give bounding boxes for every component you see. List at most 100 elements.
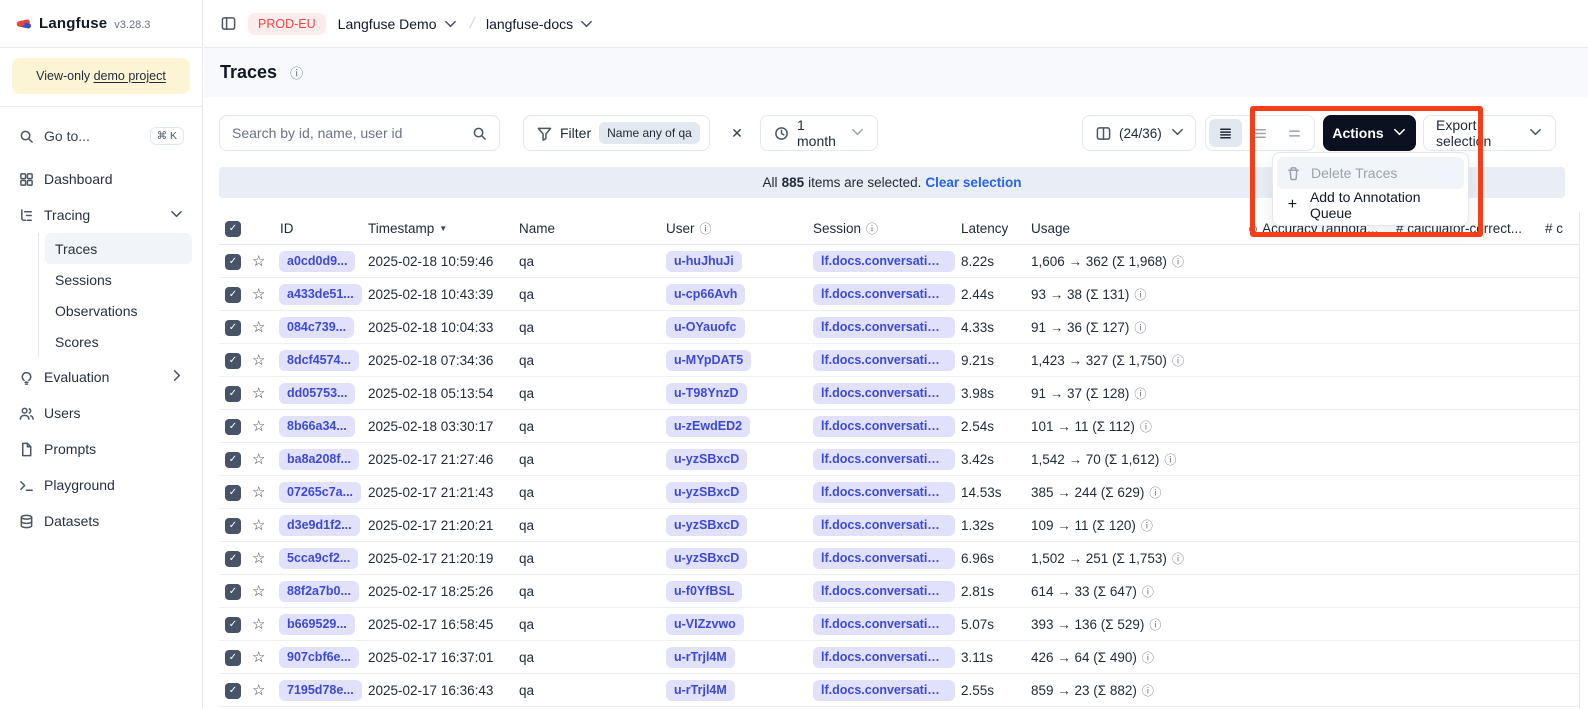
table-row[interactable]: ✓ ☆ ba8a208f... 2025-02-17 21:27:46 qa u… <box>219 443 1579 476</box>
sidebar-item-observations[interactable]: Observations <box>45 295 192 326</box>
project-switcher[interactable]: langfuse-docs <box>486 16 594 32</box>
clear-filter-button[interactable]: ✕ <box>722 115 752 151</box>
panel-toggle-icon[interactable] <box>220 16 236 32</box>
menu-item-delete-traces[interactable]: Delete Traces <box>1277 157 1464 189</box>
info-icon[interactable]: ⓘ <box>1134 385 1146 402</box>
table-row[interactable]: ✓ ☆ 5cca9cf2... 2025-02-17 21:20:19 qa u… <box>219 542 1579 575</box>
trace-id-badge[interactable]: 5cca9cf2... <box>279 548 358 569</box>
info-icon[interactable]: ⓘ <box>1172 352 1184 369</box>
column-header-timestamp[interactable]: Timestamp ▼ <box>368 212 447 245</box>
column-header-name[interactable]: Name <box>519 212 555 245</box>
table-row[interactable]: ✓ ☆ 88f2a7b0... 2025-02-17 18:25:26 qa u… <box>219 575 1579 608</box>
row-height-large-button[interactable] <box>1278 119 1311 147</box>
select-all-checkbox[interactable]: ✓ <box>225 221 241 237</box>
row-checkbox[interactable]: ✓ <box>225 485 241 501</box>
trace-id-badge[interactable]: dd05753... <box>279 383 355 404</box>
info-icon[interactable]: ⓘ <box>1172 253 1184 270</box>
sidebar-item-evaluation[interactable]: Evaluation <box>10 359 192 395</box>
trace-id-badge[interactable]: d3e9d1f2... <box>279 515 360 536</box>
user-badge[interactable]: u-OYauofc <box>666 317 745 338</box>
sidebar-item-prompts[interactable]: Prompts <box>10 431 192 467</box>
demo-project-link[interactable]: demo project <box>94 69 166 83</box>
column-header-session[interactable]: Session ⓘ <box>813 212 878 245</box>
row-height-medium-button[interactable] <box>1244 119 1277 147</box>
row-checkbox[interactable]: ✓ <box>225 650 241 666</box>
row-checkbox[interactable]: ✓ <box>225 419 241 435</box>
info-icon[interactable]: ⓘ <box>290 63 303 82</box>
bookmark-star-icon[interactable]: ☆ <box>252 419 265 434</box>
filter-button[interactable]: Filter Name any of qa <box>523 115 710 151</box>
trace-id-badge[interactable]: 88f2a7b0... <box>279 581 359 602</box>
column-header-usage[interactable]: Usage <box>1031 212 1070 245</box>
sidebar-item-traces[interactable]: Traces <box>45 233 192 264</box>
row-checkbox[interactable]: ✓ <box>225 287 241 303</box>
bookmark-star-icon[interactable]: ☆ <box>252 683 265 698</box>
session-badge[interactable]: lf.docs.conversation... <box>813 350 955 371</box>
table-row[interactable]: ✓ ☆ 907cbf6e... 2025-02-17 16:37:01 qa u… <box>219 641 1579 674</box>
goto-search[interactable]: Go to... ⌘ K <box>10 119 192 153</box>
sidebar-item-tracing[interactable]: Tracing <box>10 197 192 233</box>
user-badge[interactable]: u-rTrjl4M <box>666 680 735 701</box>
bookmark-star-icon[interactable]: ☆ <box>252 452 265 467</box>
row-checkbox[interactable]: ✓ <box>225 254 241 270</box>
actions-button[interactable]: Actions <box>1323 115 1416 151</box>
bookmark-star-icon[interactable]: ☆ <box>252 518 265 533</box>
session-badge[interactable]: lf.docs.conversation... <box>813 317 955 338</box>
trace-id-badge[interactable]: 07265c7a... <box>279 482 361 503</box>
trace-id-badge[interactable]: 907cbf6e... <box>279 647 359 668</box>
column-header-latency[interactable]: Latency <box>961 212 1008 245</box>
session-badge[interactable]: lf.docs.conversation... <box>813 416 955 437</box>
session-badge[interactable]: lf.docs.conversation... <box>813 647 955 668</box>
user-badge[interactable]: u-zEwdED2 <box>666 416 750 437</box>
user-badge[interactable]: u-f0YfBSL <box>666 581 742 602</box>
row-checkbox[interactable]: ✓ <box>225 518 241 534</box>
user-badge[interactable]: u-VIZzvwo <box>666 614 744 635</box>
session-badge[interactable]: lf.docs.conversation... <box>813 482 955 503</box>
row-checkbox[interactable]: ✓ <box>225 452 241 468</box>
sidebar-item-dashboard[interactable]: Dashboard <box>10 161 192 197</box>
sidebar-item-datasets[interactable]: Datasets <box>10 503 192 539</box>
menu-item-add-to-annotation-queue[interactable]: + Add to Annotation Queue <box>1277 189 1464 221</box>
info-icon[interactable]: ⓘ <box>1172 550 1184 567</box>
session-badge[interactable]: lf.docs.conversation... <box>813 449 955 470</box>
bookmark-star-icon[interactable]: ☆ <box>252 584 265 599</box>
bookmark-star-icon[interactable]: ☆ <box>252 353 265 368</box>
user-badge[interactable]: u-rTrjl4M <box>666 647 735 668</box>
table-row[interactable]: ✓ ☆ 084c739... 2025-02-18 10:04:33 qa u-… <box>219 311 1579 344</box>
bookmark-star-icon[interactable]: ☆ <box>252 287 265 302</box>
table-row[interactable]: ✓ ☆ a433de51... 2025-02-18 10:43:39 qa u… <box>219 278 1579 311</box>
row-checkbox[interactable]: ✓ <box>225 551 241 567</box>
info-icon[interactable]: ⓘ <box>1149 616 1161 633</box>
table-row[interactable]: ✓ ☆ 8dcf4574... 2025-02-18 07:34:36 qa u… <box>219 344 1579 377</box>
session-badge[interactable]: lf.docs.conversation... <box>813 680 955 701</box>
row-checkbox[interactable]: ✓ <box>225 353 241 369</box>
column-header-id[interactable]: ID <box>280 212 294 245</box>
row-checkbox[interactable]: ✓ <box>225 320 241 336</box>
bookmark-star-icon[interactable]: ☆ <box>252 320 265 335</box>
bookmark-star-icon[interactable]: ☆ <box>252 617 265 632</box>
column-header-clipped[interactable]: # c <box>1545 212 1563 245</box>
user-badge[interactable]: u-huJhuJi <box>666 251 742 272</box>
user-badge[interactable]: u-yzSBxcD <box>666 449 747 470</box>
table-row[interactable]: ✓ ☆ a0cd0d9... 2025-02-18 10:59:46 qa u-… <box>219 245 1579 278</box>
export-selection-button[interactable]: Export selection <box>1423 115 1556 151</box>
info-icon[interactable]: ⓘ <box>1142 583 1154 600</box>
trace-id-badge[interactable]: 8dcf4574... <box>279 350 359 371</box>
session-badge[interactable]: lf.docs.conversation... <box>813 383 955 404</box>
user-badge[interactable]: u-yzSBxcD <box>666 482 747 503</box>
time-range-button[interactable]: 1 month <box>760 115 878 151</box>
bookmark-star-icon[interactable]: ☆ <box>252 386 265 401</box>
session-badge[interactable]: lf.docs.conversation... <box>813 548 955 569</box>
column-visibility-button[interactable]: (24/36) <box>1082 115 1196 151</box>
info-icon[interactable]: ⓘ <box>1142 682 1154 699</box>
trace-id-badge[interactable]: 084c739... <box>279 317 354 338</box>
bookmark-star-icon[interactable]: ☆ <box>252 254 265 269</box>
info-icon[interactable]: ⓘ <box>1142 649 1154 666</box>
table-row[interactable]: ✓ ☆ b669529... 2025-02-17 16:58:45 qa u-… <box>219 608 1579 641</box>
row-checkbox[interactable]: ✓ <box>225 386 241 402</box>
org-switcher[interactable]: Langfuse Demo <box>338 16 458 32</box>
session-badge[interactable]: lf.docs.conversation... <box>813 581 955 602</box>
sidebar-item-sessions[interactable]: Sessions <box>45 264 192 295</box>
info-icon[interactable]: ⓘ <box>1141 517 1153 534</box>
info-icon[interactable]: ⓘ <box>1134 319 1146 336</box>
